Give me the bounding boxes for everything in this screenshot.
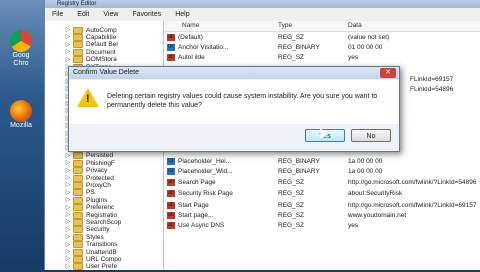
string-value-icon: ab [167,34,175,41]
folder-icon [73,263,83,271]
tree-item[interactable]: ▷ User Prefe [65,262,117,272]
list-row[interactable]: ab Security Risk Page REG_SZ about:Security… [164,189,480,199]
string-value-icon: ab [167,212,175,219]
cell-name: Start Page [178,202,209,209]
chrome-icon [10,30,32,52]
list-row[interactable]: 01 Anchor Visitatio... REG_BINARY 01 00 00 … [164,43,480,53]
cell-data: FLinkId=54896 [410,86,454,93]
menu-favorites[interactable]: Favorites [125,11,168,18]
desktop-icon-label: Goog Chro [12,52,30,67]
cell-data: yes [348,54,359,61]
window-titlebar[interactable]: Registry Editor [45,0,480,8]
cell-data: about:SecurityRisk [348,190,403,197]
cell-name: Autol ilde [178,54,205,61]
cell-name: (Default) [178,34,203,41]
cell-data: http://go.microsoft.com/fwlink/?LinkId=5… [348,179,477,186]
cell-data: yes [348,222,359,229]
string-value-icon: ab [167,202,175,209]
cell-data: 01 00 00 00 [348,44,383,51]
cell-data: (value not set) [348,34,390,41]
cell-type: REG_BINARY [278,168,320,175]
window-title: Registry Editor [57,1,97,7]
cell-type: REG_BINARY [278,158,320,165]
desktop-icon-firefox[interactable]: Mozilla [4,100,38,130]
cell-data: 1a 00 00 00 [348,158,383,165]
warning-icon-mark: ! [86,93,90,105]
cell-name: Placeholder_Hei... [178,158,232,165]
list-header: Name Type Data [164,21,480,32]
dialog-footer: Yes No [69,124,399,151]
cell-name: Search Page [178,179,216,186]
string-value-icon: ab [167,190,175,197]
cell-type: REG_SZ [278,54,305,61]
cell-name: Use Async DNS [178,222,225,229]
cell-type: REG_SZ [278,190,305,197]
cell-data: http://go.microsoft.com/fwlink/?LinkId=6… [348,202,477,209]
cell-data: FLinkId=69157 [410,76,454,83]
binary-value-icon: 01 [167,168,175,175]
cell-type: REG_SZ [278,179,305,186]
column-name-header[interactable]: Name [182,22,199,29]
binary-value-icon: 01 [167,44,175,51]
list-row[interactable]: ab Autol ilde REG_SZ yes [164,53,480,63]
cell-name: Anchor Visitatio... [178,44,229,51]
column-data-header[interactable]: Data [348,22,362,29]
cell-name: Security Risk Page [178,190,233,197]
cell-name: Placeholder_Wid... [178,168,233,175]
list-row[interactable]: ab Search Page REG_SZ http://go.microsoft.c… [164,178,480,188]
list-row[interactable]: ab Start page... REG_SZ www.youdomain.net [164,211,480,221]
cell-type: REG_SZ [278,212,305,219]
menu-edit[interactable]: Edit [70,11,96,18]
menu-bar: File Edit View Favorites Help [45,8,480,22]
menu-file[interactable]: File [45,11,70,18]
desktop-icon-chrome[interactable]: Goog Chro [4,30,38,68]
no-button[interactable]: No [351,129,391,142]
binary-value-icon: 01 [167,158,175,165]
dialog-message: Deleting certain registry values could c… [107,93,378,109]
cell-data: 1a 00 00 00 [348,168,383,175]
cell-type: REG_SZ [278,202,305,209]
cell-type: REG_SZ [278,34,305,41]
cell-data: www.youdomain.net [348,212,407,219]
tree-item-label: User Prefe [86,263,118,271]
list-row[interactable]: 01 Placeholder_Hei... REG_BINARY 1a 00 00 0… [164,157,480,167]
cell-type: REG_SZ [278,222,305,229]
dialog-title: Confirm Value Delete [73,69,140,76]
column-type-header[interactable]: Type [278,22,292,29]
close-icon[interactable]: ✕ [380,68,396,78]
list-row[interactable]: 01 Placeholder_Wid... REG_BINARY 1a 00 00 0… [164,167,480,177]
dialog-titlebar[interactable]: Confirm Value Delete ✕ [69,67,399,79]
firefox-icon [10,100,32,122]
desktop-icon-label: Mozilla [10,122,32,129]
list-row[interactable]: ab Start Page REG_SZ http://go.microsoft.co… [164,201,480,211]
cell-name: Start page... [178,212,214,219]
string-value-icon: ab [167,222,175,229]
cell-type: REG_BINARY [278,44,320,51]
list-row[interactable]: ab Use Async DNS REG_SZ yes [164,221,480,231]
confirm-delete-dialog: Confirm Value Delete ✕ ! Deleting certai… [68,66,400,152]
dialog-body: ! Deleting certain registry values could… [69,80,399,124]
string-value-icon: ab [167,54,175,61]
menu-help[interactable]: Help [168,11,196,18]
string-value-icon: ab [167,179,175,186]
expand-arrow-icon[interactable]: ▷ [65,264,71,270]
list-row[interactable]: ab (Default) REG_SZ (value not set) [164,33,480,43]
menu-view[interactable]: View [96,11,125,18]
